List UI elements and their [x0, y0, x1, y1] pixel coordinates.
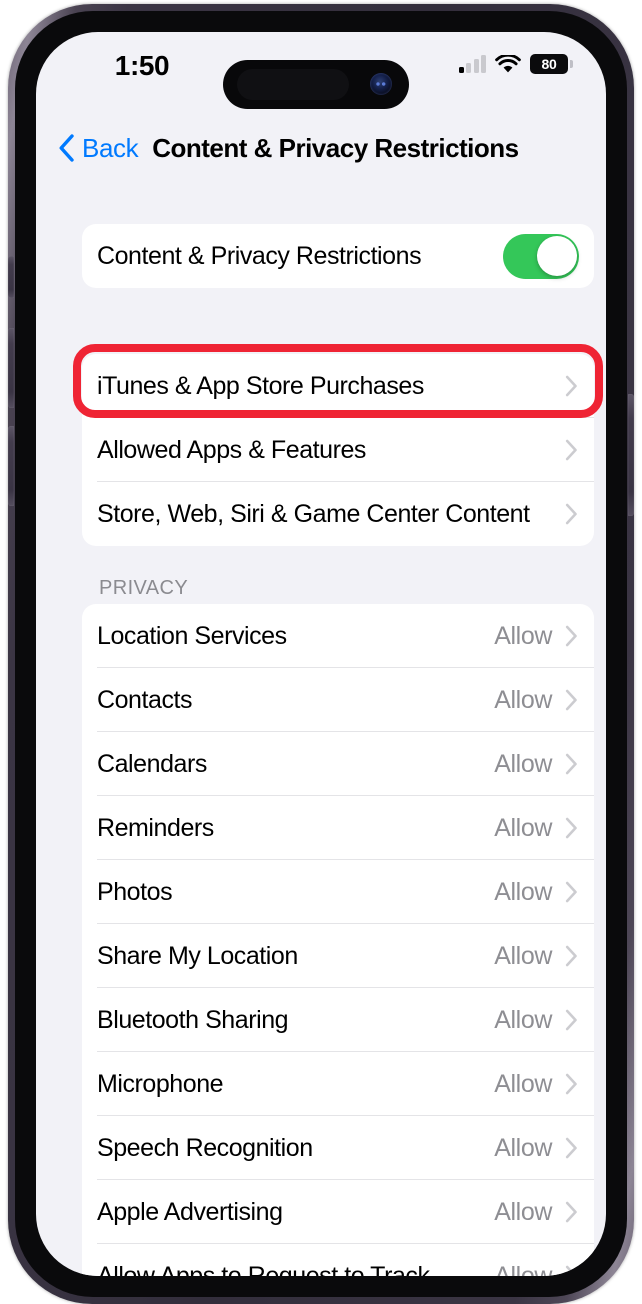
row-label: Reminders [97, 813, 214, 842]
chevron-right-icon [565, 503, 577, 525]
row-apple-advertising[interactable]: Apple Advertising Allow [82, 1180, 594, 1244]
switch-knob [536, 236, 577, 276]
dynamic-island-pill [237, 69, 349, 100]
row-label: Photos [97, 877, 173, 906]
row-value: Allow [494, 621, 552, 650]
chevron-right-icon [565, 1137, 577, 1159]
volume-down-button[interactable] [8, 426, 14, 506]
cellular-bars-icon [458, 55, 486, 73]
status-bar-indicators: 80 [458, 54, 573, 74]
row-value: Allow [494, 877, 552, 906]
row-label: Share My Location [97, 941, 298, 970]
chevron-right-icon [565, 945, 577, 967]
row-label: Contacts [97, 685, 193, 714]
row-bluetooth-sharing[interactable]: Bluetooth Sharing Allow [82, 988, 594, 1052]
battery-icon: 80 [530, 54, 573, 74]
row-calendars[interactable]: Calendars Allow [82, 732, 594, 796]
settings-scroll-view[interactable]: Content & Privacy Restrictions iTunes & … [36, 174, 606, 1276]
chevron-right-icon [565, 1201, 577, 1223]
chevron-right-icon [565, 689, 577, 711]
row-itunes-app-store-purchases[interactable]: iTunes & App Store Purchases [82, 354, 594, 418]
row-value: Allow [494, 685, 552, 714]
chevron-right-icon [565, 1073, 577, 1095]
row-value: Allow [494, 1069, 552, 1098]
row-label: Allowed Apps & Features [97, 435, 366, 464]
chevron-right-icon [565, 1265, 577, 1276]
chevron-right-icon [565, 625, 577, 647]
camera-lens-detail [375, 80, 387, 88]
row-label: Microphone [97, 1069, 224, 1098]
row-value: Allow [494, 1005, 552, 1034]
restrictions-card: iTunes & App Store Purchases Allowed App… [82, 354, 594, 546]
row-value: Allow [494, 813, 552, 842]
row-share-my-location[interactable]: Share My Location Allow [82, 924, 594, 988]
row-allowed-apps-features[interactable]: Allowed Apps & Features [82, 418, 594, 482]
chevron-right-icon [565, 375, 577, 397]
content-privacy-switch[interactable] [503, 233, 579, 279]
content-privacy-toggle-row[interactable]: Content & Privacy Restrictions [82, 224, 594, 288]
volume-up-button[interactable] [8, 328, 14, 408]
row-microphone[interactable]: Microphone Allow [82, 1052, 594, 1116]
dynamic-island[interactable] [223, 60, 409, 109]
screen: 1:50 80 Back Content & Privacy Restricti… [36, 32, 606, 1276]
row-label: Allow Apps to Request to Track [97, 1261, 430, 1277]
row-label: Apple Advertising [97, 1197, 283, 1226]
phone-bezel: 1:50 80 Back Content & Privacy Restricti… [15, 11, 627, 1297]
chevron-right-icon [565, 881, 577, 903]
row-reminders[interactable]: Reminders Allow [82, 796, 594, 860]
row-label: iTunes & App Store Purchases [97, 371, 424, 400]
action-button[interactable] [8, 256, 14, 298]
privacy-card: Location Services Allow Contacts Allow C… [82, 604, 594, 1276]
row-value: Allow [494, 1261, 552, 1277]
row-value: Allow [494, 1133, 552, 1162]
wifi-icon [495, 54, 521, 72]
row-label: Location Services [97, 621, 287, 650]
content-privacy-toggle-label: Content & Privacy Restrictions [97, 241, 422, 270]
power-button[interactable] [628, 394, 634, 516]
row-label: Speech Recognition [97, 1133, 313, 1162]
chevron-right-icon [565, 753, 577, 775]
row-value: Allow [494, 749, 552, 778]
chevron-right-icon [565, 439, 577, 461]
row-photos[interactable]: Photos Allow [82, 860, 594, 924]
status-bar-time: 1:50 [114, 50, 170, 81]
phone-frame: 1:50 80 Back Content & Privacy Restricti… [8, 4, 634, 1304]
row-store-web-siri-game-center-content[interactable]: Store, Web, Siri & Game Center Content [82, 482, 594, 546]
front-camera-icon [370, 73, 392, 95]
content-privacy-toggle-card: Content & Privacy Restrictions [82, 224, 594, 288]
row-value: Allow [494, 1197, 552, 1226]
row-label: Calendars [97, 749, 207, 778]
back-button-label: Back [82, 132, 139, 163]
row-allow-apps-to-request-to-track[interactable]: Allow Apps to Request to Track Allow [82, 1244, 594, 1276]
page-title: Content & Privacy Restrictions [152, 132, 519, 163]
row-label: Bluetooth Sharing [97, 1005, 289, 1034]
navigation-bar: Back Content & Privacy Restrictions [36, 122, 606, 174]
row-label: Store, Web, Siri & Game Center Content [97, 499, 530, 528]
row-contacts[interactable]: Contacts Allow [82, 668, 594, 732]
battery-level-text: 80 [541, 56, 557, 72]
row-speech-recognition[interactable]: Speech Recognition Allow [82, 1116, 594, 1180]
chevron-right-icon [565, 1009, 577, 1031]
chevron-left-icon [59, 134, 74, 162]
row-location-services[interactable]: Location Services Allow [82, 604, 594, 668]
row-value: Allow [494, 941, 552, 970]
back-button[interactable]: Back [58, 132, 139, 164]
privacy-section-header: PRIVACY [99, 577, 189, 599]
chevron-right-icon [565, 817, 577, 839]
